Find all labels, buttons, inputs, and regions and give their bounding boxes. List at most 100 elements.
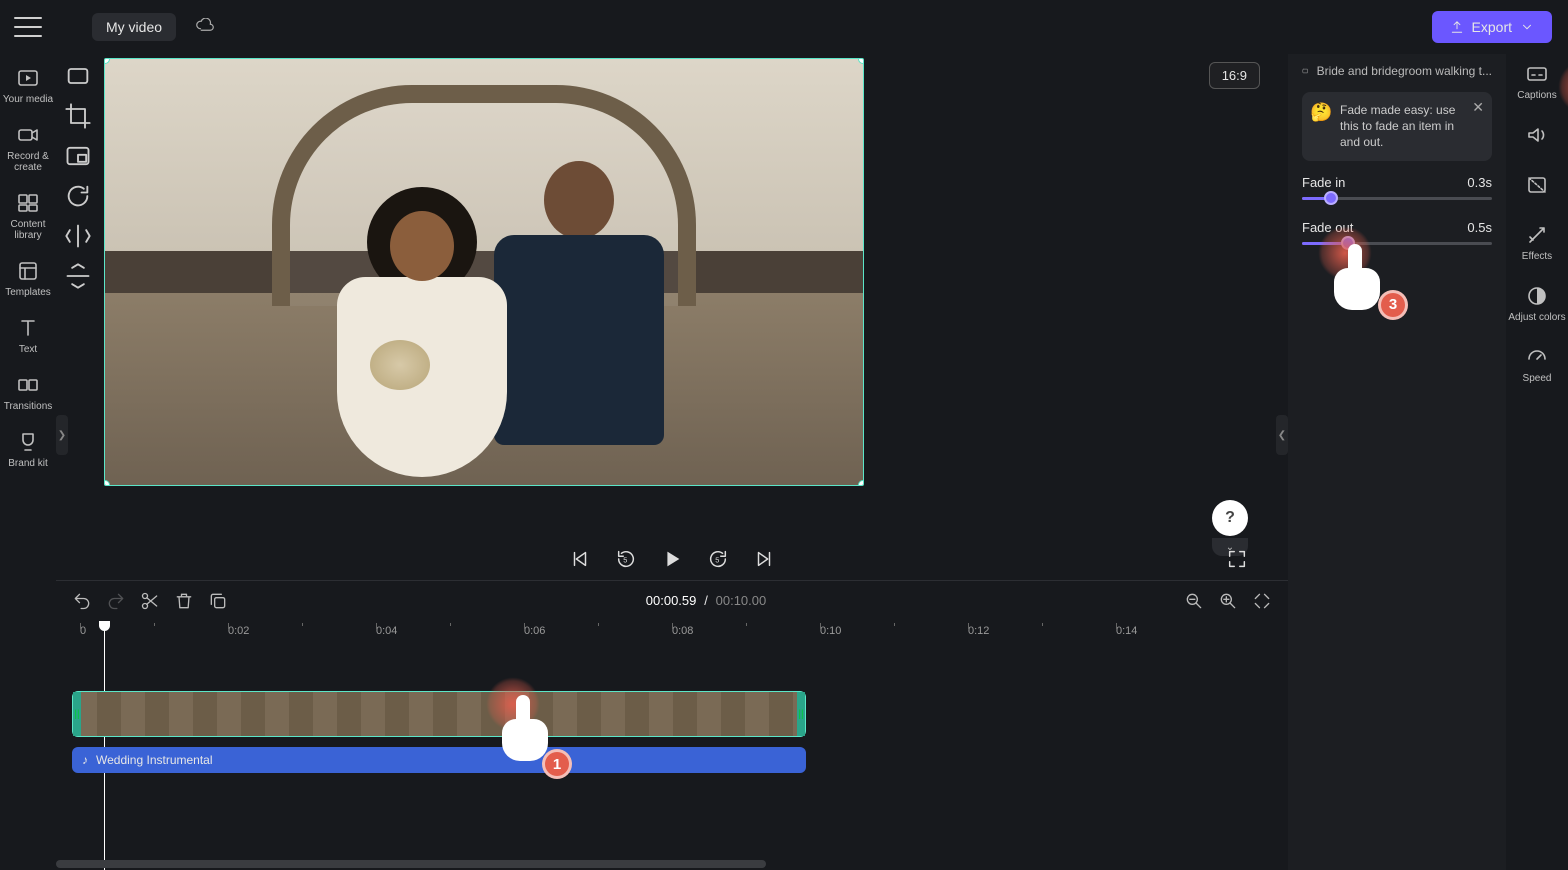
- timeline-ruler[interactable]: 0 0:02 0:04 0:06 0:08 0:10 0:12 0:14: [76, 625, 1272, 647]
- video-frame-mock: [105, 59, 863, 485]
- skip-back-button[interactable]: 5: [615, 548, 637, 570]
- sidebar-item-label: Templates: [5, 287, 51, 298]
- help-button[interactable]: ?: [1212, 500, 1248, 536]
- duplicate-button[interactable]: [208, 591, 228, 611]
- flip-vertical-tool[interactable]: [64, 262, 92, 290]
- rail-item-captions[interactable]: Captions: [1517, 62, 1556, 101]
- rail-item-label: Captions: [1517, 90, 1556, 101]
- zoom-in-button[interactable]: [1218, 591, 1238, 611]
- left-sidebar: Your media Record & create Content libra…: [0, 54, 56, 870]
- selected-clip-title: Bride and bridegroom walking t...: [1302, 64, 1492, 78]
- fade-in-slider[interactable]: [1302, 190, 1492, 206]
- undo-button[interactable]: [72, 591, 92, 611]
- transitions-icon: [16, 373, 40, 397]
- sidebar-item-label: Record & create: [0, 151, 56, 173]
- audio-clip[interactable]: ♪ Wedding Instrumental: [72, 747, 806, 773]
- music-note-icon: ♪: [82, 753, 88, 767]
- fade-out-label: Fade out: [1302, 220, 1353, 235]
- time-display: 00:00.59 / 00:10.00: [646, 593, 766, 609]
- fullscreen-button[interactable]: [1226, 548, 1248, 570]
- rotate-tool[interactable]: [64, 182, 92, 210]
- sidebar-item-label: Your media: [3, 94, 53, 105]
- rail-item-label: Speed: [1523, 373, 1552, 384]
- sidebar-item-label: Brand kit: [8, 458, 47, 469]
- camera-icon: [16, 123, 40, 147]
- clip-icon: [1302, 64, 1309, 78]
- expand-right-panel[interactable]: ❮: [1276, 415, 1288, 455]
- rail-item-fade[interactable]: [1525, 173, 1549, 201]
- rail-item-label: Effects: [1522, 251, 1552, 262]
- delete-button[interactable]: [174, 591, 194, 611]
- play-button[interactable]: [661, 548, 683, 570]
- sidebar-item-transitions[interactable]: Transitions: [4, 373, 53, 412]
- ruler-tick: 0:06: [524, 625, 545, 637]
- pip-tool[interactable]: [64, 142, 92, 170]
- sidebar-item-label: Content library: [0, 219, 56, 241]
- clip-trim-right[interactable]: ||: [797, 692, 805, 736]
- preview-canvas[interactable]: [104, 58, 864, 486]
- rail-item-speed[interactable]: Speed: [1523, 345, 1552, 384]
- redo-button[interactable]: [106, 591, 126, 611]
- audio-icon: [1525, 123, 1549, 147]
- chevron-down-icon: [1520, 20, 1534, 34]
- sidebar-item-record-create[interactable]: Record & create: [0, 123, 56, 173]
- skip-forward-button[interactable]: 5: [707, 548, 729, 570]
- aspect-ratio-selector[interactable]: 16:9: [1209, 62, 1260, 89]
- ruler-tick: 0:02: [228, 625, 249, 637]
- export-button-label: Export: [1472, 19, 1512, 35]
- media-icon: [16, 66, 40, 90]
- resize-handle-br[interactable]: [858, 480, 864, 486]
- sidebar-item-text[interactable]: Text: [16, 316, 40, 355]
- export-button[interactable]: Export: [1432, 11, 1552, 43]
- sidebar-item-label: Transitions: [4, 401, 53, 412]
- clip-trim-left[interactable]: ||: [73, 692, 81, 736]
- svg-text:5: 5: [623, 556, 627, 565]
- close-tip-button[interactable]: ✕: [1472, 98, 1484, 117]
- sidebar-item-content-library[interactable]: Content library: [0, 191, 56, 241]
- fade-in-label: Fade in: [1302, 175, 1345, 190]
- audio-clip-label: Wedding Instrumental: [96, 753, 213, 767]
- fit-tool[interactable]: [64, 62, 92, 90]
- sidebar-item-templates[interactable]: Templates: [5, 259, 51, 298]
- next-clip-button[interactable]: [753, 548, 775, 570]
- fade-out-value: 0.5s: [1467, 220, 1492, 235]
- ruler-tick: 0:14: [1116, 625, 1137, 637]
- text-icon: [16, 316, 40, 340]
- audio-track: ♪ Wedding Instrumental: [72, 747, 1272, 773]
- effects-icon: [1525, 223, 1549, 247]
- transport-controls: 5 5: [56, 540, 1288, 580]
- captions-icon: [1525, 62, 1549, 86]
- fade-icon: [1525, 173, 1549, 197]
- fade-tip-card: 🤔 Fade made easy: use this to fade an it…: [1302, 92, 1492, 161]
- templates-icon: [16, 259, 40, 283]
- fade-out-slider[interactable]: [1302, 235, 1492, 251]
- playhead[interactable]: [104, 621, 105, 870]
- timeline-scrollbar[interactable]: [56, 860, 766, 868]
- fade-tip-text: Fade made easy: use this to fade an item…: [1340, 103, 1455, 149]
- ruler-tick: 0:12: [968, 625, 989, 637]
- rail-item-audio[interactable]: [1525, 123, 1549, 151]
- zoom-out-button[interactable]: [1184, 591, 1204, 611]
- thinking-face-icon: 🤔: [1310, 100, 1332, 124]
- sidebar-item-brand-kit[interactable]: Brand kit: [8, 430, 47, 469]
- canvas-toolbar: [56, 54, 100, 540]
- rail-item-adjust-colors[interactable]: Adjust colors: [1508, 284, 1565, 323]
- fade-in-value: 0.3s: [1467, 175, 1492, 190]
- cloud-sync-icon: [196, 18, 214, 37]
- speed-icon: [1525, 345, 1549, 369]
- prev-clip-button[interactable]: [569, 548, 591, 570]
- tutorial-badge-3: 3: [1378, 290, 1408, 320]
- crop-tool[interactable]: [64, 102, 92, 130]
- ruler-tick: 0: [80, 625, 86, 637]
- fit-timeline-button[interactable]: [1252, 591, 1272, 611]
- video-clip[interactable]: || ||: [72, 691, 806, 737]
- flip-horizontal-tool[interactable]: [64, 222, 92, 250]
- sidebar-item-your-media[interactable]: Your media: [3, 66, 53, 105]
- split-button[interactable]: [140, 591, 160, 611]
- rail-item-label: Adjust colors: [1508, 312, 1565, 323]
- menu-button[interactable]: [14, 17, 42, 37]
- project-title[interactable]: My video: [92, 13, 176, 41]
- sidebar-item-label: Text: [19, 344, 37, 355]
- ruler-tick: 0:10: [820, 625, 841, 637]
- rail-item-effects[interactable]: Effects: [1522, 223, 1552, 262]
